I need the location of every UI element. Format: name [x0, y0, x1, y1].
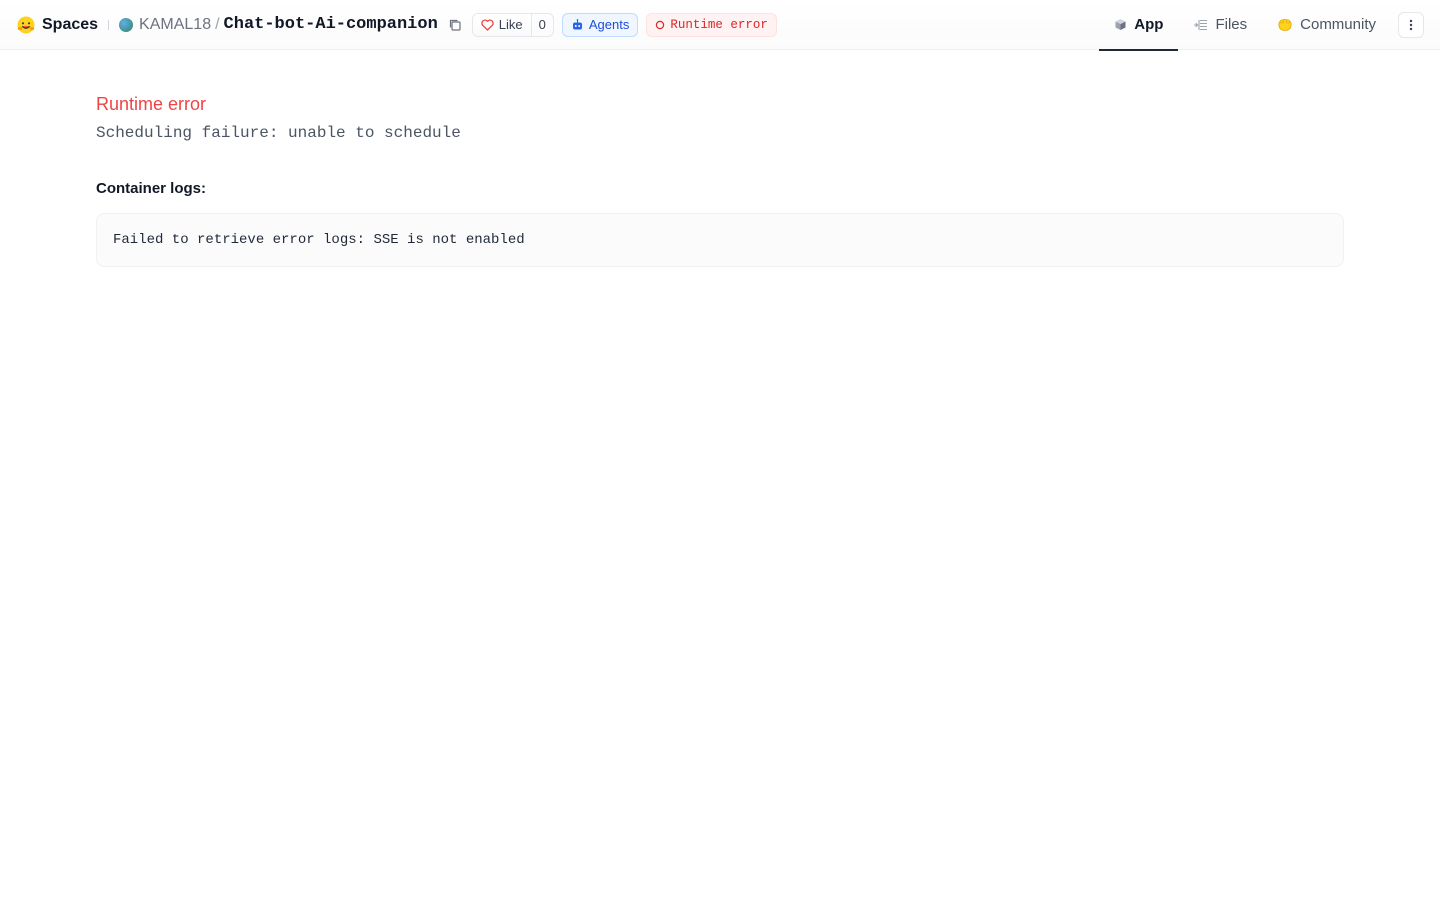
- top-navigation-bar: Spaces KAMAL18 / Chat-bot-Ai-companion L…: [0, 0, 1440, 51]
- owner-avatar: [119, 17, 134, 32]
- owner-link[interactable]: KAMAL18: [139, 16, 211, 34]
- heart-icon: [481, 18, 494, 31]
- header-tabs: App Files Community: [1099, 0, 1440, 51]
- community-icon: [1278, 18, 1292, 31]
- container-logs-text: Failed to retrieve error logs: SSE is no…: [113, 232, 525, 248]
- tab-files-label: Files: [1215, 16, 1248, 33]
- repo-name-link[interactable]: Chat-bot-Ai-companion: [224, 15, 438, 34]
- status-label: Runtime error: [670, 17, 768, 32]
- vertical-dots-icon: [1409, 19, 1413, 30]
- copy-repo-name-button[interactable]: [448, 18, 462, 32]
- header-divider: [108, 19, 110, 30]
- tab-app-label: App: [1134, 16, 1164, 33]
- container-logs-heading: Container logs:: [96, 180, 207, 197]
- tab-files[interactable]: Files: [1178, 0, 1262, 50]
- breadcrumb-separator: /: [215, 15, 220, 33]
- files-icon: [1194, 19, 1208, 30]
- repo-breadcrumb: KAMAL18 / Chat-bot-Ai-companion: [119, 15, 462, 34]
- error-detail: Scheduling failure: unable to schedule: [96, 124, 461, 142]
- error-circle-icon: [656, 20, 665, 29]
- like-group: Like 0: [471, 12, 554, 37]
- robot-icon: [572, 18, 582, 29]
- copy-icon: [449, 19, 461, 31]
- more-options-button[interactable]: [1398, 11, 1424, 38]
- like-button[interactable]: Like: [472, 13, 531, 36]
- error-title: Runtime error: [96, 94, 207, 114]
- runtime-status-badge[interactable]: Runtime error: [646, 12, 777, 37]
- tab-community-label: Community: [1300, 16, 1376, 33]
- spaces-home-link[interactable]: Spaces: [16, 15, 98, 35]
- app-cube-icon: [1115, 19, 1126, 30]
- agents-button[interactable]: Agents: [561, 12, 639, 37]
- header-left-group: Spaces KAMAL18 / Chat-bot-Ai-companion L…: [0, 0, 777, 50]
- brand-label: Spaces: [42, 15, 99, 33]
- container-logs-panel: Failed to retrieve error logs: SSE is no…: [96, 213, 1344, 267]
- tab-app[interactable]: App: [1099, 0, 1179, 51]
- agents-label: Agents: [588, 17, 630, 32]
- hugging-face-logo-icon: [17, 16, 35, 33]
- like-count[interactable]: 0: [530, 13, 553, 36]
- main-content: Runtime error Scheduling failure: unable…: [96, 92, 1344, 267]
- tab-community[interactable]: Community: [1262, 0, 1391, 50]
- like-label: Like: [498, 17, 523, 32]
